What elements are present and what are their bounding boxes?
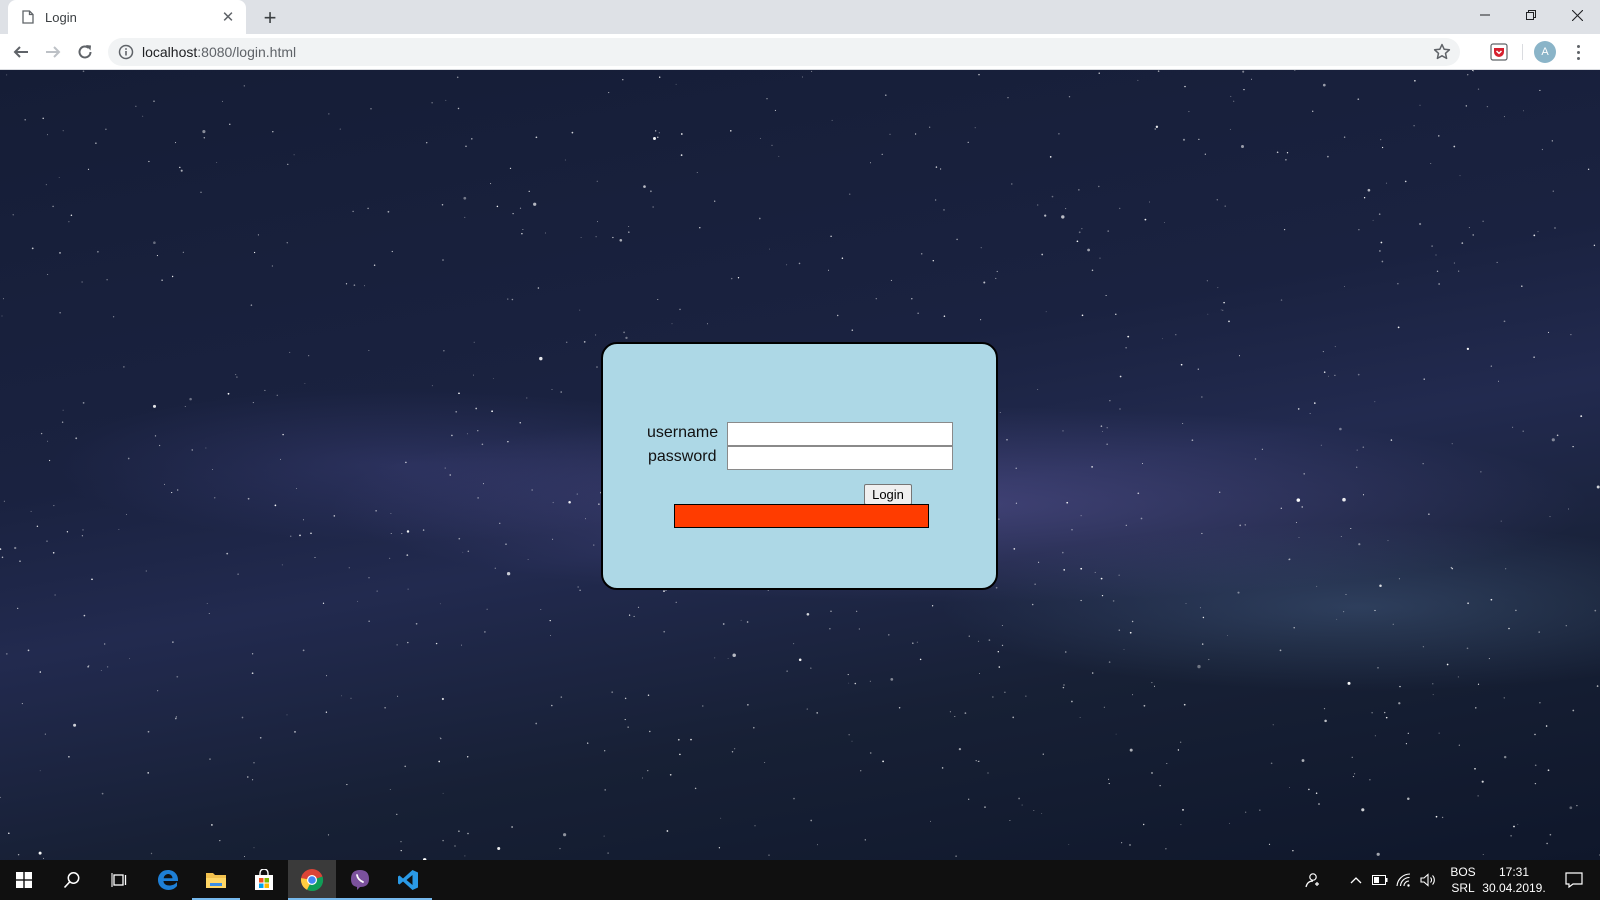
chrome-icon — [301, 869, 324, 892]
reload-icon — [78, 45, 92, 59]
browser-toolbar: localhost:8080/login.html A — [0, 34, 1600, 70]
clock-time: 17:31 — [1498, 865, 1530, 879]
more-menu-icon[interactable] — [1568, 42, 1588, 62]
start-button[interactable] — [0, 860, 48, 900]
restore-icon — [1526, 10, 1536, 20]
password-input[interactable] — [727, 446, 953, 470]
vscode-icon — [398, 870, 418, 890]
restore-window-button[interactable] — [1508, 0, 1554, 30]
password-label: password — [648, 448, 717, 465]
windows-logo-icon — [16, 872, 32, 888]
new-tab-button[interactable]: + — [258, 5, 282, 30]
forward-button[interactable] — [41, 40, 65, 64]
close-tab-icon[interactable]: ✕ — [220, 9, 236, 26]
url-host: localhost — [142, 44, 198, 60]
minimize-window-button[interactable] — [1462, 0, 1508, 30]
reload-button[interactable] — [73, 40, 97, 64]
system-clock[interactable]: 17:31 30.04.2019. — [1482, 864, 1546, 896]
taskbar-chrome[interactable] — [288, 860, 336, 900]
address-bar[interactable]: localhost:8080/login.html — [108, 38, 1460, 66]
keyboard-layout: SRL — [1451, 881, 1475, 895]
taskbar-store[interactable] — [240, 860, 288, 900]
login-button[interactable]: Login — [864, 484, 912, 505]
arrow-left-icon — [13, 46, 28, 58]
wifi-icon — [1396, 873, 1411, 887]
search-icon — [63, 872, 80, 889]
clock-date: 30.04.2019. — [1482, 881, 1546, 895]
task-view-button[interactable] — [96, 860, 144, 900]
people-icon — [1305, 873, 1319, 888]
notification-icon — [1565, 872, 1583, 888]
url-text: localhost:8080/login.html — [142, 44, 296, 60]
store-icon — [255, 869, 273, 890]
taskbar-vscode[interactable] — [384, 860, 432, 900]
close-window-button[interactable] — [1554, 0, 1600, 30]
speaker-icon — [1420, 873, 1435, 887]
url-path: :8080/login.html — [197, 44, 297, 60]
input-language-indicator[interactable]: BOS SRL — [1448, 864, 1478, 896]
taskbar-file-explorer[interactable] — [192, 860, 240, 900]
battery-button[interactable] — [1368, 860, 1392, 900]
profile-avatar[interactable]: A — [1534, 41, 1556, 63]
file-explorer-icon — [206, 873, 226, 888]
bookmark-star-icon[interactable] — [1432, 42, 1452, 62]
login-panel: username password Login — [601, 342, 998, 590]
close-icon — [1571, 9, 1583, 21]
tab-title: Login — [45, 9, 77, 25]
page-background: username password Login — [0, 70, 1600, 860]
action-center-button[interactable] — [1554, 860, 1594, 900]
info-icon[interactable] — [118, 44, 134, 60]
toolbar-divider — [1522, 44, 1523, 60]
volume-button[interactable] — [1416, 860, 1440, 900]
arrow-right-icon — [46, 46, 61, 58]
language-code: BOS — [1450, 865, 1476, 879]
back-button[interactable] — [9, 40, 33, 64]
network-button[interactable] — [1392, 860, 1416, 900]
username-input[interactable] — [727, 422, 953, 446]
username-label: username — [647, 424, 719, 441]
people-button[interactable] — [1298, 860, 1326, 900]
windows-taskbar: BOS SRL 17:31 30.04.2019. — [0, 860, 1600, 900]
minimize-icon — [1480, 14, 1490, 16]
taskbar-viber[interactable] — [336, 860, 384, 900]
taskbar-edge[interactable] — [144, 860, 192, 900]
show-hidden-icons-button[interactable] — [1344, 860, 1368, 900]
taskbar-search-button[interactable] — [48, 860, 96, 900]
tab-login[interactable]: Login ✕ — [8, 0, 246, 34]
chevron-up-icon — [1350, 877, 1362, 884]
battery-icon — [1372, 875, 1388, 885]
viber-icon — [351, 870, 369, 890]
edge-icon — [158, 870, 179, 890]
error-message-bar — [674, 504, 929, 528]
task-view-icon — [111, 873, 127, 887]
pocket-extension-icon[interactable] — [1490, 43, 1508, 61]
browser-tab-strip: Login ✕ + — [0, 0, 1600, 34]
document-icon — [22, 10, 34, 24]
